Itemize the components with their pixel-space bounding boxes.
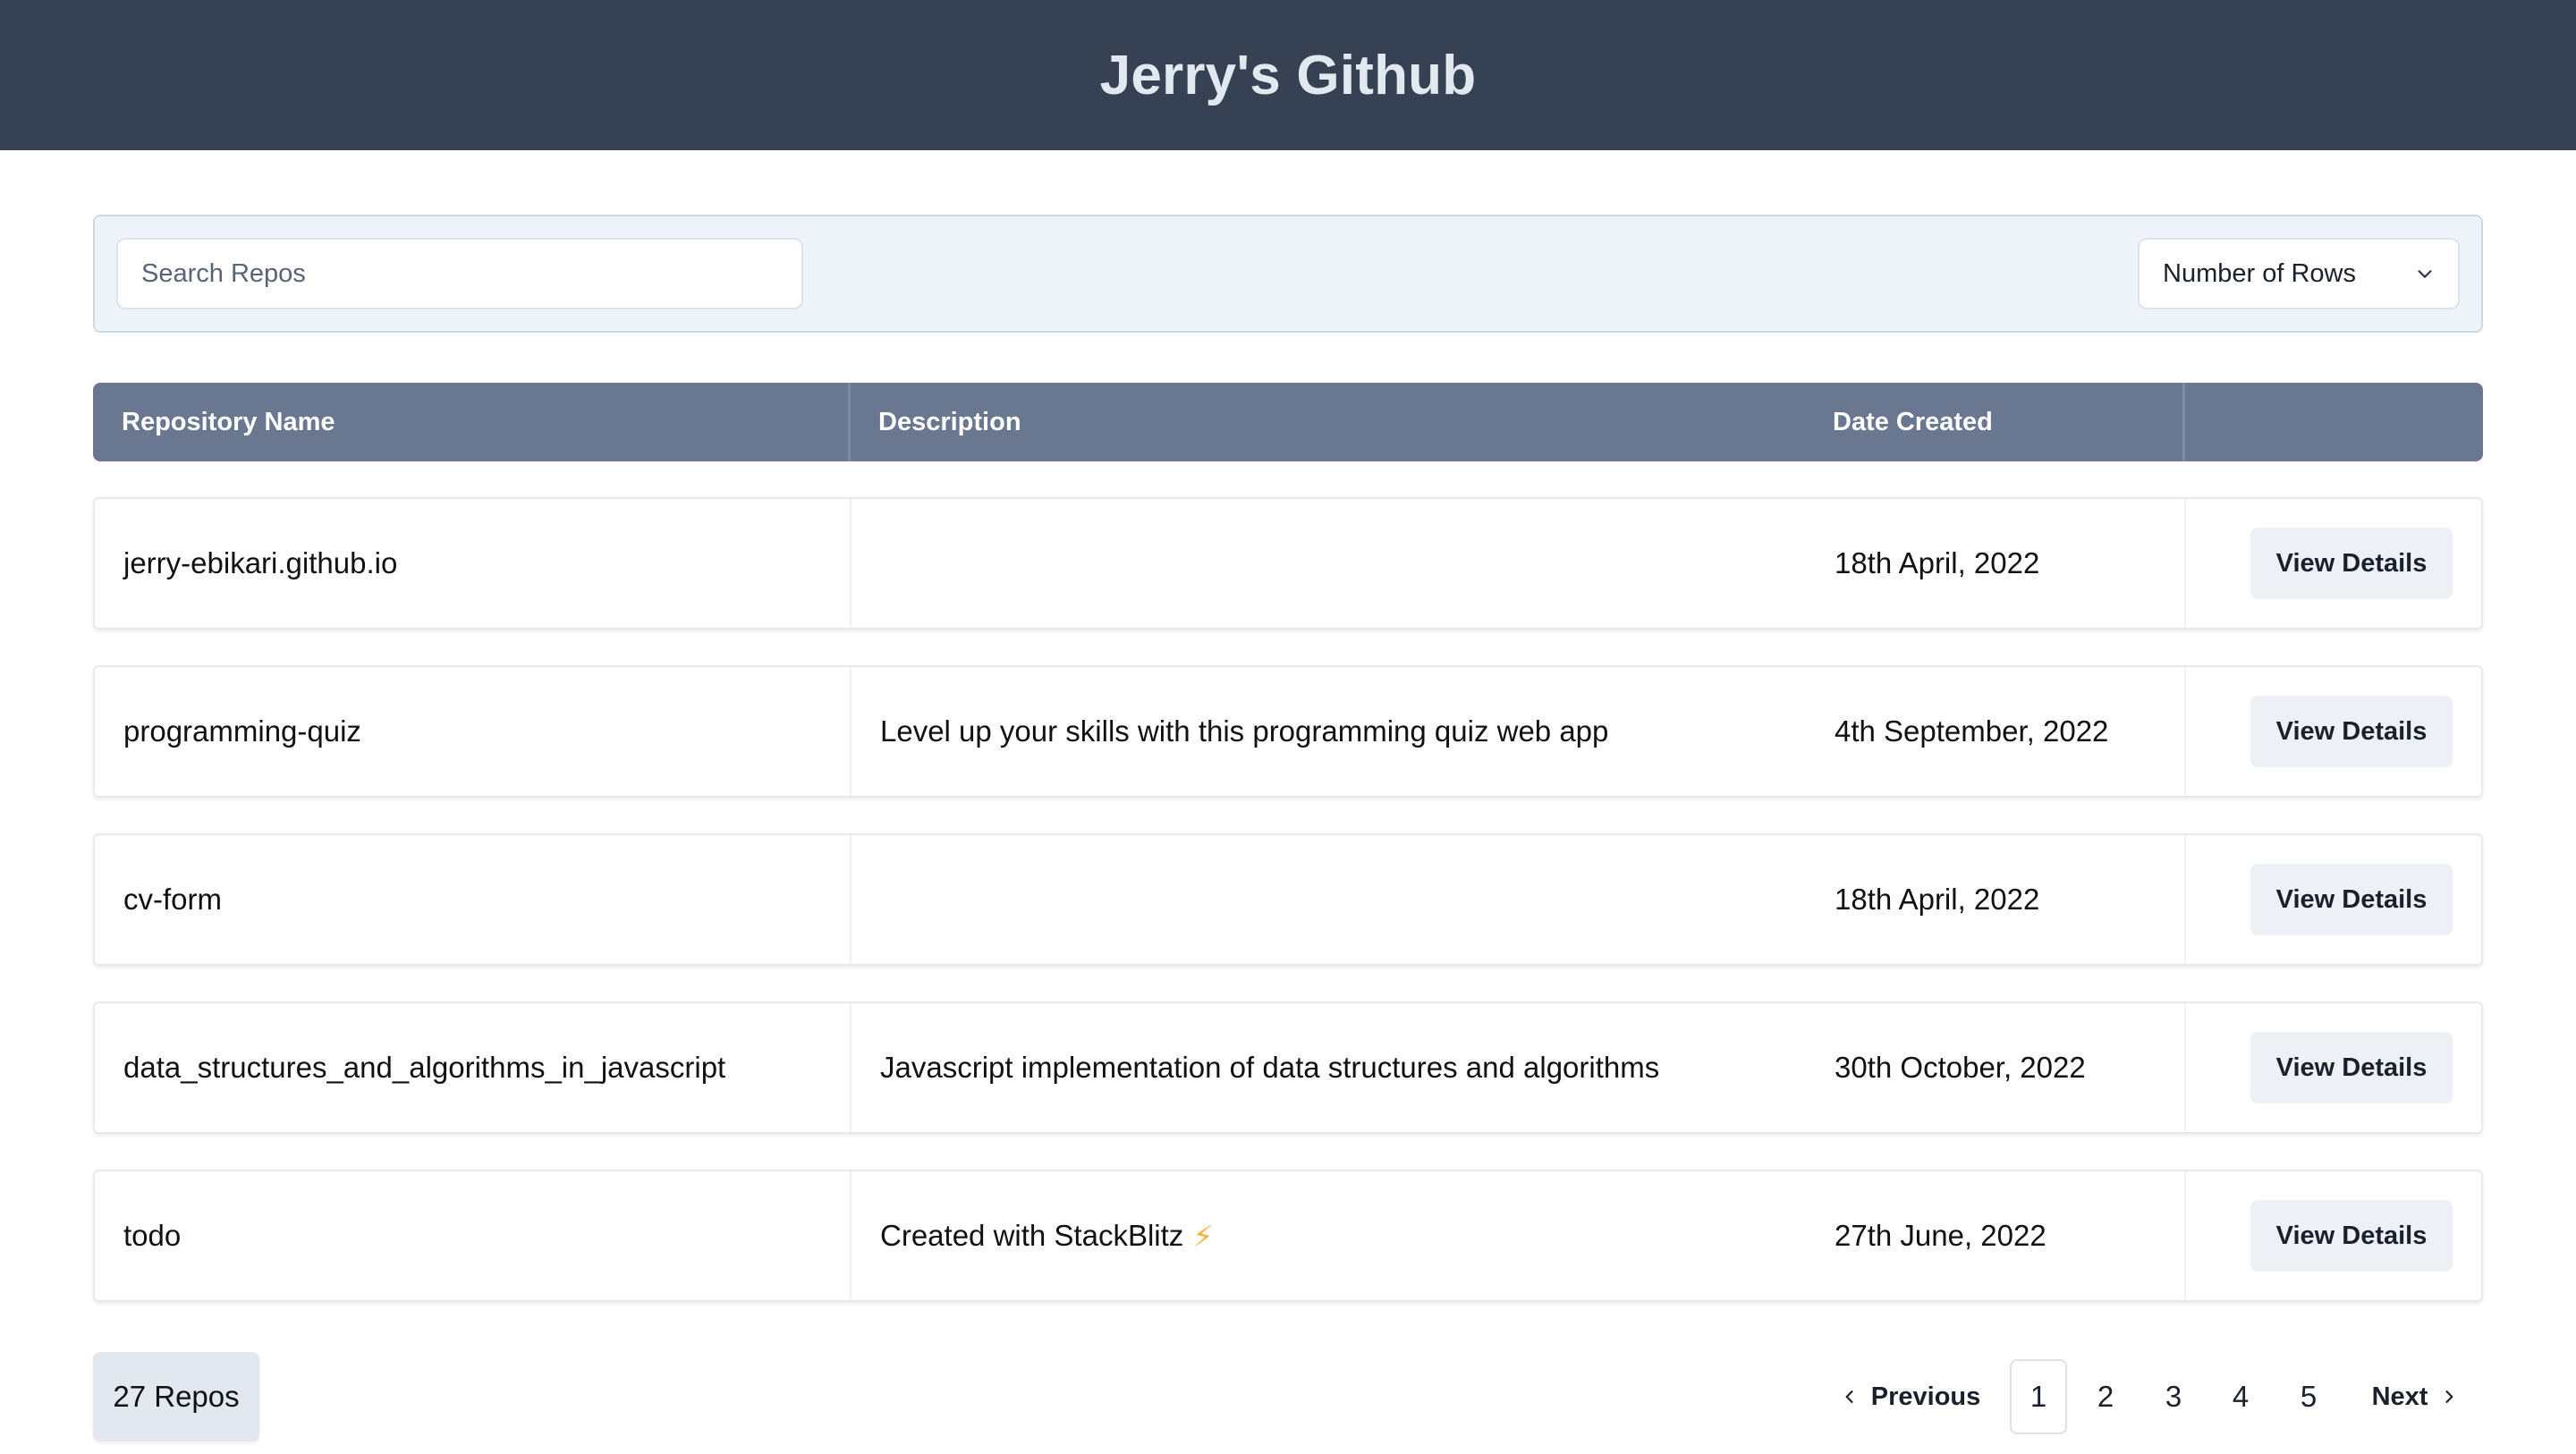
repo-name: cv-form (123, 883, 222, 916)
column-divider (850, 499, 852, 628)
page-number-3[interactable]: 3 (2145, 1359, 2202, 1434)
next-label: Next (2371, 1382, 2428, 1411)
view-details-button[interactable]: View Details (2250, 528, 2453, 599)
table-row: todo Created with StackBlitz ⚡ 27th June… (93, 1170, 2483, 1302)
repo-description: Created with StackBlitz (880, 1219, 1184, 1252)
chevron-down-icon (2418, 270, 2432, 278)
repo-description: Level up your skills with this programmi… (880, 714, 1609, 748)
page-number-5[interactable]: 5 (2280, 1359, 2337, 1434)
column-divider (2184, 1003, 2186, 1132)
column-divider (850, 1171, 852, 1300)
repo-name: data_structures_and_algorithms_in_javasc… (123, 1051, 726, 1084)
page-number-1[interactable]: 1 (2010, 1359, 2067, 1434)
rows-select-label: Number of Rows (2163, 258, 2356, 288)
page-number-4[interactable]: 4 (2212, 1359, 2269, 1434)
view-details-button[interactable]: View Details (2250, 864, 2453, 935)
column-divider (848, 383, 851, 461)
repo-date: 30th October, 2022 (1835, 1051, 2086, 1084)
column-divider (2184, 1171, 2186, 1300)
column-header-date: Date Created (1833, 407, 1993, 436)
next-page-button[interactable]: Next (2361, 1359, 2469, 1434)
app-header: Jerry's Github (0, 0, 2576, 150)
repo-date: 18th April, 2022 (1835, 883, 2040, 916)
search-input[interactable] (116, 238, 803, 309)
column-divider (850, 835, 852, 964)
toolbar: Number of Rows (93, 215, 2483, 333)
table-row: cv-form 18th April, 2022 View Details (93, 833, 2483, 966)
chevron-left-icon (1845, 1391, 1853, 1403)
column-divider (2182, 383, 2185, 461)
column-header-description: Description (878, 407, 1021, 436)
column-divider (850, 1003, 852, 1132)
chevron-right-icon (2445, 1391, 2453, 1403)
column-divider (850, 667, 852, 796)
column-header-name: Repository Name (122, 407, 335, 436)
table-row: programming-quiz Level up your skills wi… (93, 665, 2483, 798)
view-details-button[interactable]: View Details (2250, 1032, 2453, 1103)
column-divider (2184, 667, 2186, 796)
repo-date: 27th June, 2022 (1835, 1219, 2046, 1252)
page-number-2[interactable]: 2 (2077, 1359, 2134, 1434)
repo-name: todo (123, 1219, 182, 1252)
repo-description-cell: Created with StackBlitz ⚡ (880, 1171, 1213, 1300)
table-row: jerry-ebikari.github.io 18th April, 2022… (93, 497, 2483, 630)
repo-count-badge: 27 Repos (93, 1352, 259, 1441)
view-details-button[interactable]: View Details (2250, 696, 2453, 767)
column-divider (2184, 499, 2186, 628)
repo-name: jerry-ebikari.github.io (123, 546, 398, 579)
column-divider (2184, 835, 2186, 964)
previous-page-button[interactable]: Previous (1839, 1359, 1982, 1434)
repo-date: 18th April, 2022 (1835, 546, 2040, 579)
previous-label: Previous (1870, 1382, 1981, 1411)
rows-per-page-select[interactable]: Number of Rows (2138, 238, 2460, 309)
repo-date: 4th September, 2022 (1835, 714, 2109, 748)
lightning-bolt-icon: ⚡ (1192, 1219, 1214, 1253)
view-details-button[interactable]: View Details (2250, 1200, 2453, 1272)
page-title: Jerry's Github (1099, 44, 1477, 106)
repo-description: Javascript implementation of data struct… (880, 1051, 1660, 1084)
table-header: Repository Name Description Date Created (93, 383, 2483, 461)
repo-name: programming-quiz (123, 714, 361, 748)
table-row: data_structures_and_algorithms_in_javasc… (93, 1002, 2483, 1134)
